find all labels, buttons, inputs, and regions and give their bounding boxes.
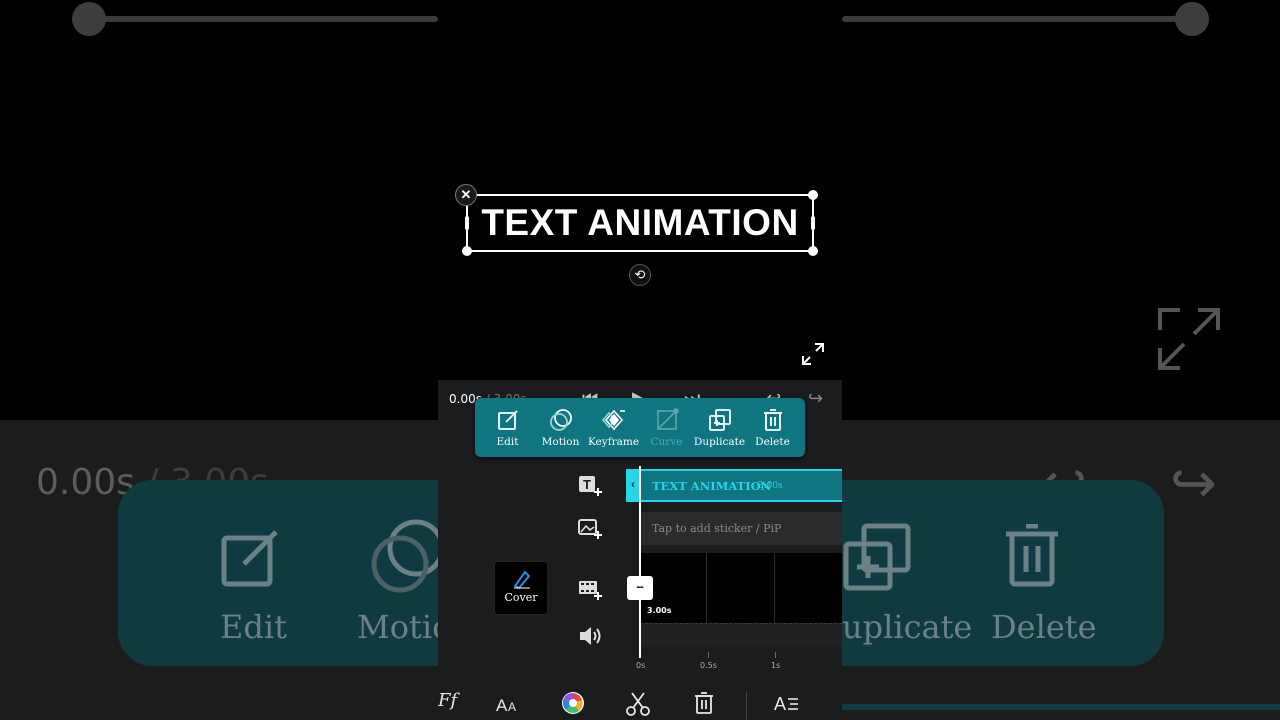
bg-progress-line <box>842 704 1280 710</box>
duplicate-label: Duplicate <box>693 435 746 448</box>
split-handle[interactable]: ╌ <box>627 576 653 600</box>
text-clip-duration: 3.00s <box>758 481 783 491</box>
bg-slider-knob <box>1175 2 1209 36</box>
ruler-label: 0s <box>636 661 646 670</box>
delete-icon <box>763 408 782 431</box>
add-video-track-icon[interactable] <box>578 578 604 602</box>
clip-trim-handle[interactable]: ‹ <box>626 469 640 502</box>
ruler-tick <box>775 652 776 658</box>
sticker-placeholder: Tap to add sticker / PiP <box>652 522 782 535</box>
motion-label: Motion <box>541 435 580 448</box>
overlay-text: TEXT ANIMATION <box>481 202 799 243</box>
toolbar-divider <box>746 692 747 720</box>
delete-button[interactable]: Delete <box>748 408 798 448</box>
edit-icon <box>497 409 518 430</box>
bg-redo-icon: ↪ <box>1170 451 1217 514</box>
ruler-label: 0.5s <box>700 661 717 670</box>
cover-logo-icon <box>513 570 531 590</box>
delete-label: Delete <box>755 435 790 448</box>
svg-text:T: T <box>583 477 591 492</box>
curve-button[interactable]: Curve <box>642 407 692 448</box>
playhead[interactable] <box>639 466 641 658</box>
bg-edit-icon <box>221 530 278 587</box>
resize-handle[interactable] <box>462 246 472 256</box>
bg-delete-icon <box>1006 524 1058 587</box>
bg-slider-track <box>842 16 1192 22</box>
keyframe-label: Keyframe <box>587 435 640 448</box>
edit-button[interactable]: Edit <box>483 408 533 448</box>
bg-duplicate-icon <box>843 523 911 591</box>
bg-slider-track <box>90 16 438 22</box>
curve-label: Curve <box>650 435 683 448</box>
scissors-icon[interactable] <box>625 691 651 717</box>
ruler-tick <box>708 652 709 658</box>
audio-track-icon[interactable] <box>578 624 604 648</box>
text-overlay-box[interactable]: TEXT ANIMATION <box>462 190 818 256</box>
audio-track[interactable] <box>640 623 842 647</box>
bg-label-edit: Edit <box>220 608 287 646</box>
redo-icon[interactable]: ↪ <box>808 388 823 409</box>
text-clip-label: TEXT ANIMATION <box>652 479 772 493</box>
bg-fullscreen-icon <box>1158 308 1220 370</box>
cover-thumbnail[interactable]: Cover <box>494 561 548 615</box>
font-style-icon[interactable]: Ff <box>438 690 457 716</box>
close-icon[interactable]: ✕ <box>455 184 477 206</box>
resize-handle[interactable] <box>808 190 818 200</box>
video-preview[interactable]: TEXT ANIMATION ✕ ⟲ <box>438 0 842 380</box>
frame-divider <box>774 553 775 623</box>
motion-icon <box>549 408 572 431</box>
keyframe-icon <box>601 409 625 430</box>
curve-icon <box>656 407 679 430</box>
rotate-icon[interactable]: ⟲ <box>629 264 651 286</box>
video-clip-duration: 3.00s <box>647 606 672 615</box>
bg-label-delete: Delete <box>991 608 1097 646</box>
svg-text:A: A <box>774 694 786 714</box>
bg-label-duplicate: uplicate <box>842 608 973 646</box>
bg-motion-icon <box>371 519 445 593</box>
ruler-label: 1s <box>771 661 781 670</box>
text-size-icon[interactable]: AA <box>496 693 520 715</box>
text-align-icon[interactable]: A <box>774 691 800 715</box>
text-clip[interactable]: ‹ TEXT ANIMATION 3.00s <box>626 469 842 502</box>
svg-text:A: A <box>496 696 508 715</box>
bg-slider-knob <box>72 2 106 36</box>
add-text-track-icon[interactable]: T <box>578 474 604 498</box>
edit-label: Edit <box>496 435 519 448</box>
keyframe-button[interactable]: Keyframe <box>587 408 640 448</box>
action-toolbar: Edit Motion Keyframe Curve Duplicate Del… <box>475 398 805 457</box>
duplicate-icon <box>708 408 731 431</box>
color-wheel-icon[interactable] <box>561 691 585 715</box>
fullscreen-icon[interactable] <box>802 343 824 365</box>
delete-icon[interactable] <box>692 691 716 715</box>
sticker-track[interactable]: Tap to add sticker / PiP <box>640 512 842 545</box>
frame-divider <box>706 553 707 623</box>
duplicate-button[interactable]: Duplicate <box>693 408 746 448</box>
svg-text:A: A <box>508 700 516 714</box>
cover-label: Cover <box>504 591 538 604</box>
add-sticker-track-icon[interactable] <box>578 517 604 541</box>
phone-screen: TEXT ANIMATION ✕ ⟲ 0.00s / 3.00s ⏮ ▶ ⏭ ↩… <box>438 0 842 720</box>
motion-button[interactable]: Motion <box>536 408 586 448</box>
resize-handle[interactable] <box>808 246 818 256</box>
